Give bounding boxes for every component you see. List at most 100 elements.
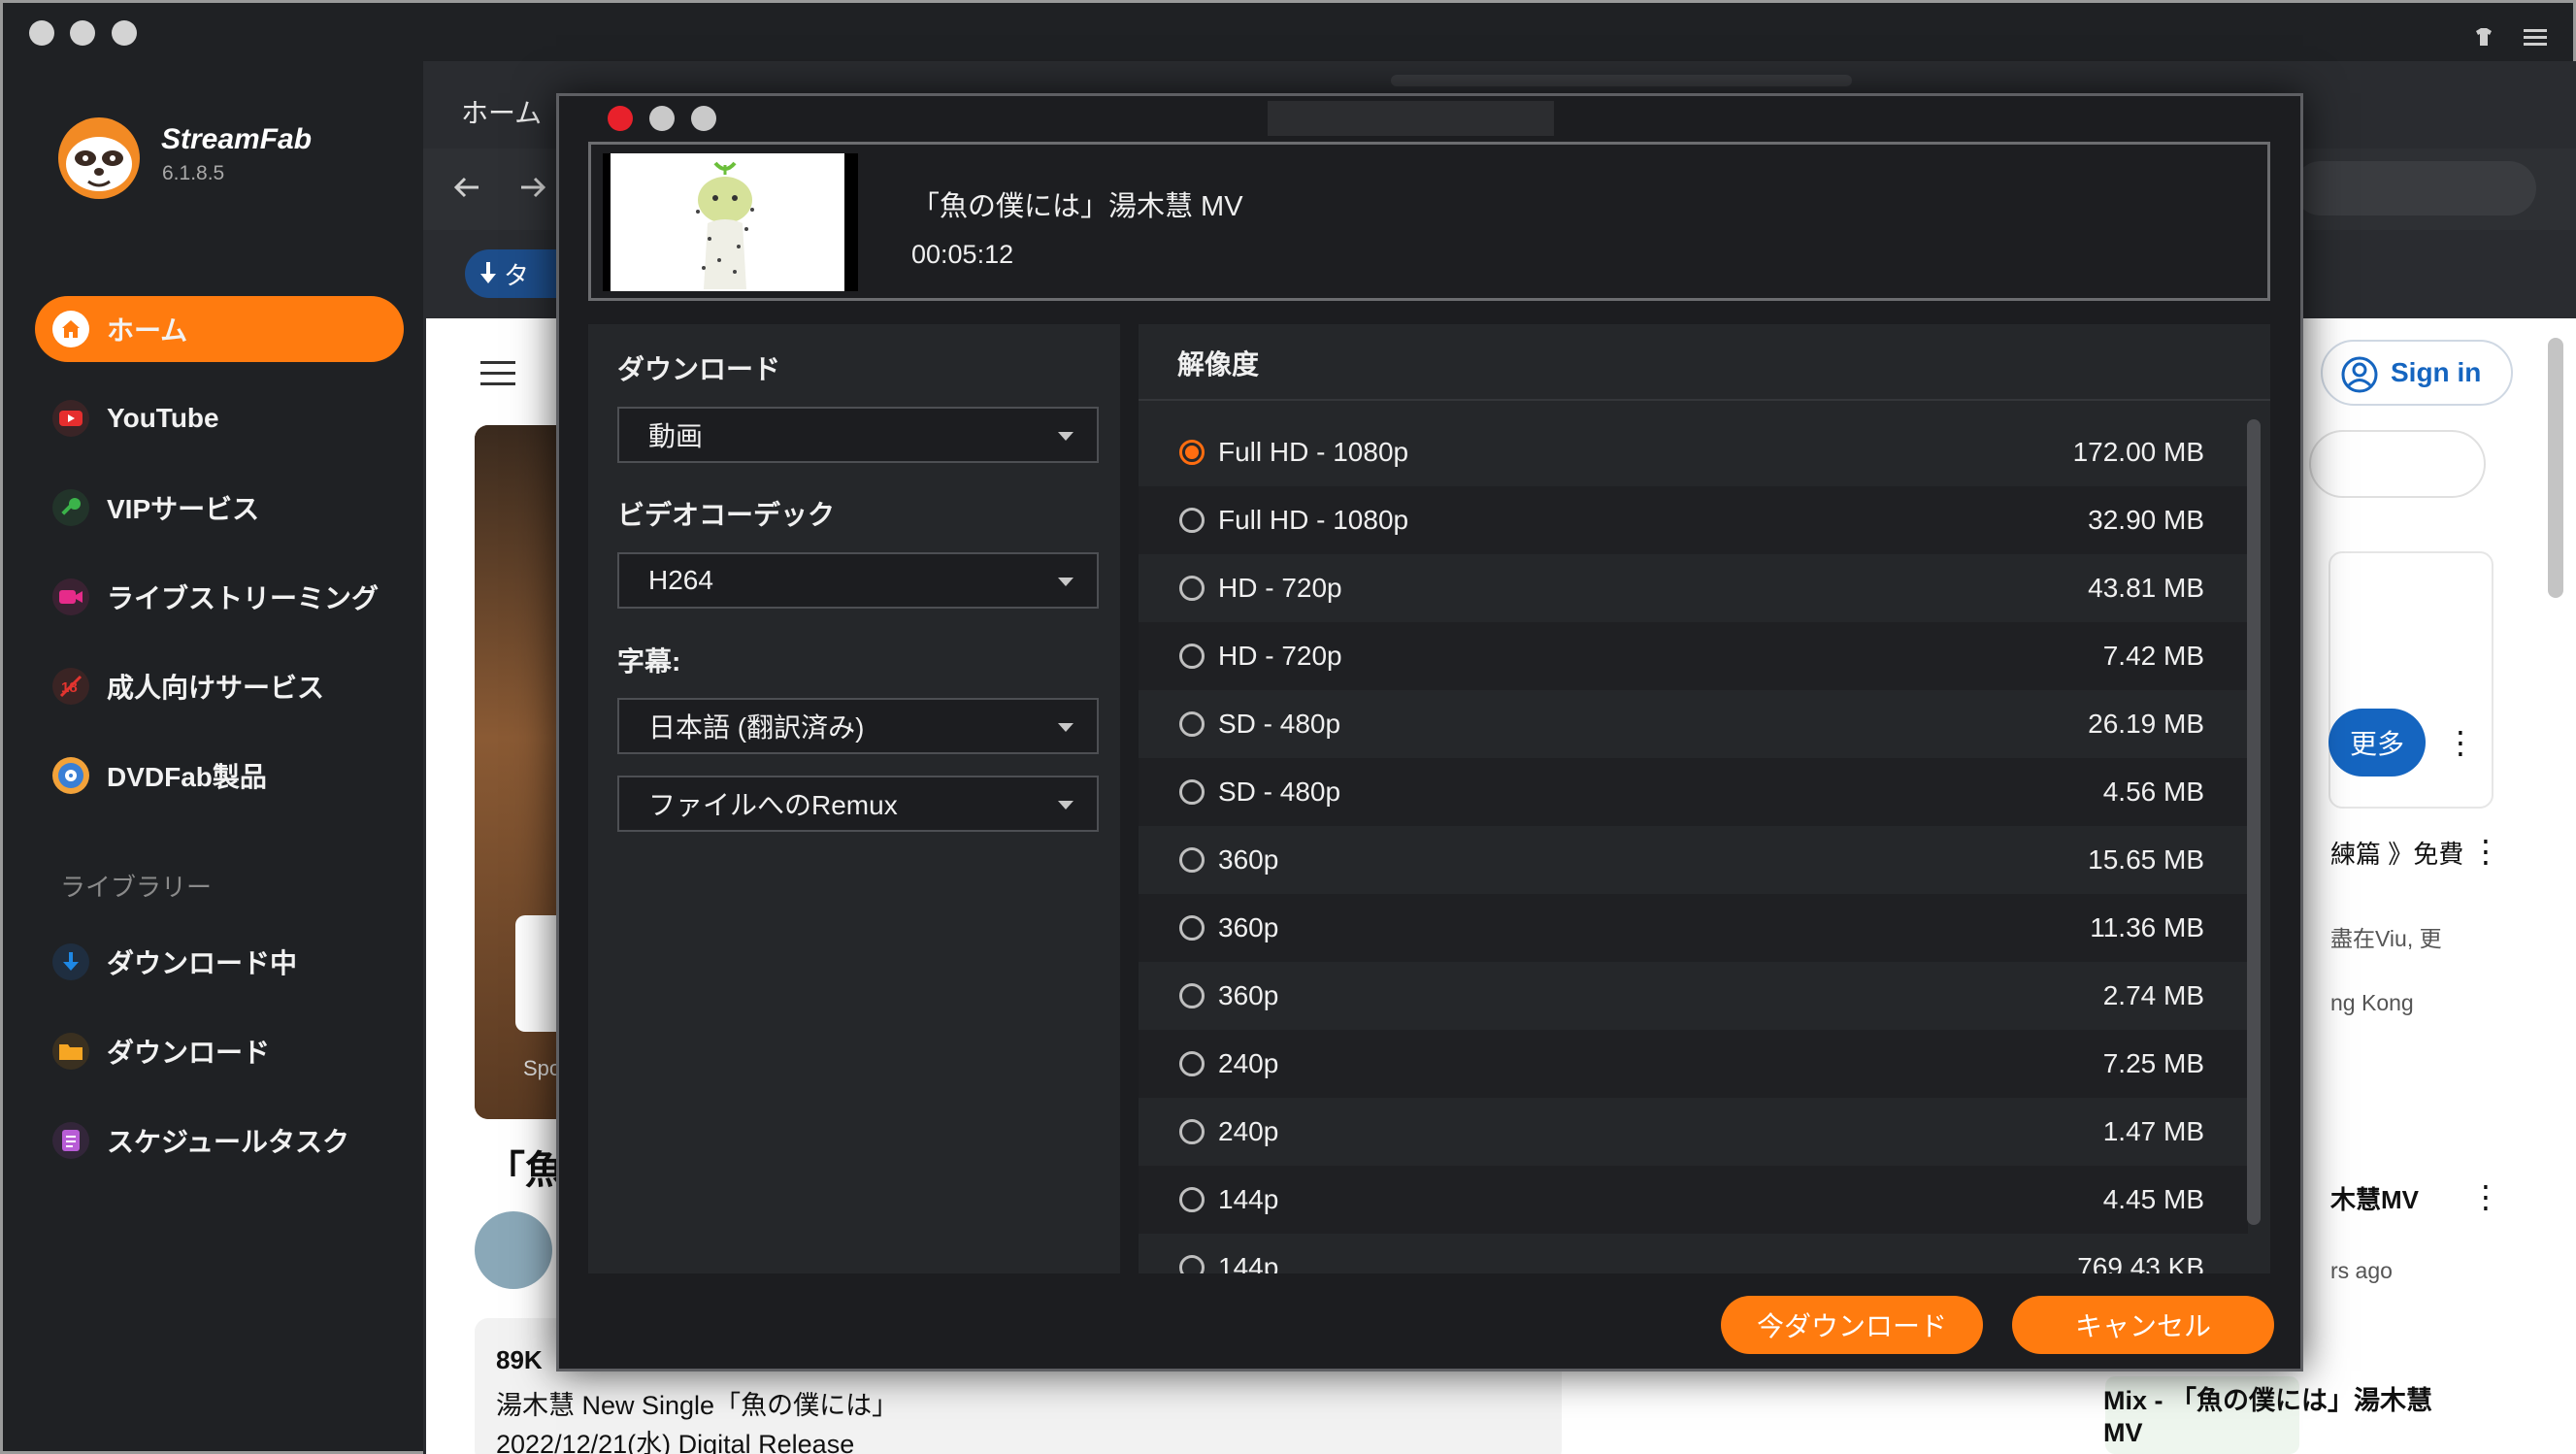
subtitle-select[interactable]: 日本語 (翻訳済み) <box>617 698 1099 754</box>
more-button[interactable]: 更多 <box>2328 709 2426 777</box>
library-label: ライブラリー <box>60 873 213 902</box>
resolution-size: 26.19 MB <box>2088 709 2204 739</box>
sidebar-item-label: ダウンロード中 <box>107 948 298 978</box>
sidebar-item-label: ダウンロード <box>107 1038 271 1068</box>
radio-button[interactable] <box>1179 644 1205 669</box>
radio-button[interactable] <box>1179 779 1205 805</box>
menu-icon[interactable] <box>2524 27 2547 47</box>
resolution-label: SD - 480p <box>1218 777 1341 807</box>
radio-button[interactable] <box>1179 983 1205 1008</box>
resolution-row[interactable]: 240p 1.47 MB <box>1139 1098 2248 1166</box>
description-line-1: 湯木慧 New Single「魚の僕には」 <box>496 1391 899 1420</box>
resolution-row[interactable]: HD - 720p 7.42 MB <box>1139 622 2248 690</box>
resolution-size: 32.90 MB <box>2088 505 2204 535</box>
resolution-row[interactable]: 144p 769.43 KB <box>1139 1234 2248 1273</box>
sidebar-item-home[interactable]: ホーム <box>35 296 404 362</box>
resolution-row[interactable]: HD - 720p 43.81 MB <box>1139 554 2248 622</box>
back-arrow-icon[interactable] <box>451 172 482 203</box>
resolution-size: 4.45 MB <box>2102 1184 2204 1214</box>
sidebar: StreamFab 6.1.8.5 ホーム YouTube VIPサービス ライ… <box>6 61 423 1454</box>
sidebar-item-schedule[interactable]: スケジュールタスク <box>35 1107 404 1173</box>
resolution-scrollbar[interactable] <box>2247 419 2261 1225</box>
sidebar-item-dvdfab[interactable]: DVDFab製品 <box>35 743 404 809</box>
app-name: StreamFab <box>161 123 313 155</box>
radio-button[interactable] <box>1179 847 1205 873</box>
sidebar-item-downloaded[interactable]: ダウンロード <box>35 1018 404 1084</box>
resolution-label: 144p <box>1218 1184 1279 1214</box>
radio-button[interactable] <box>1179 1119 1205 1144</box>
resolution-size: 15.65 MB <box>2088 844 2204 875</box>
media-info: 「魚の僕には」湯木慧 MV 00:05:12 <box>588 142 2270 301</box>
youtube-icon <box>52 400 89 437</box>
key-icon <box>52 489 89 526</box>
sidebar-item-adult[interactable]: 18 成人向けサービス <box>35 653 404 719</box>
sidebar-item-label: ライブストリーミング <box>107 583 380 613</box>
resolution-label: Full HD - 1080p <box>1218 505 1409 535</box>
resolution-label: 240p <box>1218 1116 1279 1146</box>
sidebar-item-downloading[interactable]: ダウンロード中 <box>35 929 404 995</box>
resolution-row[interactable]: 144p 4.45 MB <box>1139 1166 2248 1234</box>
resolution-row[interactable]: SD - 480p 26.19 MB <box>1139 690 2248 758</box>
download-options-panel: ダウンロード 動画 ビデオコーデック H264 字幕: 日本語 (翻訳済み) フ… <box>588 324 1120 1273</box>
sidebar-item-live[interactable]: ライブストリーミング <box>35 564 404 630</box>
kebab-icon[interactable]: ⋮ <box>2470 833 2501 870</box>
resolution-size: 7.42 MB <box>2102 641 2204 671</box>
avatar[interactable] <box>475 1211 552 1289</box>
window-close-button[interactable] <box>29 20 54 46</box>
radio-button[interactable] <box>1179 1187 1205 1212</box>
caret-down-icon <box>1058 432 1073 441</box>
camera-icon <box>52 578 89 615</box>
sign-in-button[interactable]: Sign in <box>2321 340 2513 406</box>
download-type-select[interactable]: 動画 <box>617 407 1099 463</box>
resolution-label: 解像度 <box>1177 349 1260 380</box>
resolution-row[interactable]: Full HD - 1080p 172.00 MB <box>1139 418 2248 486</box>
sidebar-item-youtube[interactable]: YouTube <box>35 385 404 451</box>
theme-icon[interactable] <box>2473 26 2494 48</box>
download-arrow-icon <box>479 258 498 294</box>
resolution-row[interactable]: 360p 2.74 MB <box>1139 962 2248 1030</box>
tab-home[interactable]: ホーム <box>461 92 542 131</box>
resolution-row[interactable]: Full HD - 1080p 32.90 MB <box>1139 486 2248 554</box>
media-thumbnail <box>603 153 858 291</box>
app-window: StreamFab 6.1.8.5 ホーム YouTube VIPサービス ライ… <box>0 0 2576 1454</box>
radio-button[interactable] <box>1179 576 1205 601</box>
radio-button[interactable] <box>1179 508 1205 533</box>
resolution-row[interactable]: 360p 11.36 MB <box>1139 894 2248 962</box>
dialog-minimize-button[interactable] <box>649 106 675 131</box>
codec-select[interactable]: H264 <box>617 552 1099 609</box>
radio-button[interactable] <box>1179 1255 1205 1273</box>
kebab-icon[interactable]: ⋮ <box>2470 1178 2501 1215</box>
hamburger-icon[interactable] <box>480 361 515 386</box>
resolution-row[interactable]: 240p 7.25 MB <box>1139 1030 2248 1098</box>
sidebar-item-label: DVDFab製品 <box>107 762 267 792</box>
sidebar-item-label: YouTube <box>107 403 219 433</box>
media-duration: 00:05:12 <box>911 240 1014 269</box>
folder-icon <box>52 1033 89 1070</box>
forward-arrow-icon[interactable] <box>517 172 548 203</box>
kebab-icon[interactable]: ⋮ <box>2445 724 2476 761</box>
resolution-row[interactable]: SD - 480p 4.56 MB <box>1139 758 2248 826</box>
page-scrollbar[interactable] <box>2548 338 2563 598</box>
resolution-size: 43.81 MB <box>2088 573 2204 603</box>
cancel-button[interactable]: キャンセル <box>2012 1296 2274 1354</box>
window-minimize-button[interactable] <box>70 20 95 46</box>
resolution-row[interactable]: 360p 15.65 MB <box>1139 826 2248 894</box>
resolution-panel: 解像度 Full HD - 1080p 172.00 MB Full HD - 10… <box>1139 324 2270 1273</box>
download-now-button[interactable]: 今ダウンロード <box>1721 1296 1983 1354</box>
resolution-label: HD - 720p <box>1218 573 1342 603</box>
radio-button[interactable] <box>1179 440 1205 465</box>
resolution-size: 1.47 MB <box>2102 1116 2204 1146</box>
search-box[interactable] <box>2309 430 2486 498</box>
dialog-close-button[interactable] <box>608 106 633 131</box>
dialog-maximize-button[interactable] <box>691 106 716 131</box>
subtitle-label: 字幕: <box>617 646 681 677</box>
radio-button[interactable] <box>1179 915 1205 941</box>
resolution-label: 360p <box>1218 912 1279 942</box>
radio-button[interactable] <box>1179 1051 1205 1076</box>
sidebar-item-vip[interactable]: VIPサービス <box>35 475 404 541</box>
window-maximize-button[interactable] <box>112 20 137 46</box>
radio-button[interactable] <box>1179 711 1205 737</box>
address-bar[interactable] <box>2294 161 2536 215</box>
caret-down-icon <box>1058 578 1073 586</box>
remux-select[interactable]: ファイルへのRemux <box>617 776 1099 832</box>
